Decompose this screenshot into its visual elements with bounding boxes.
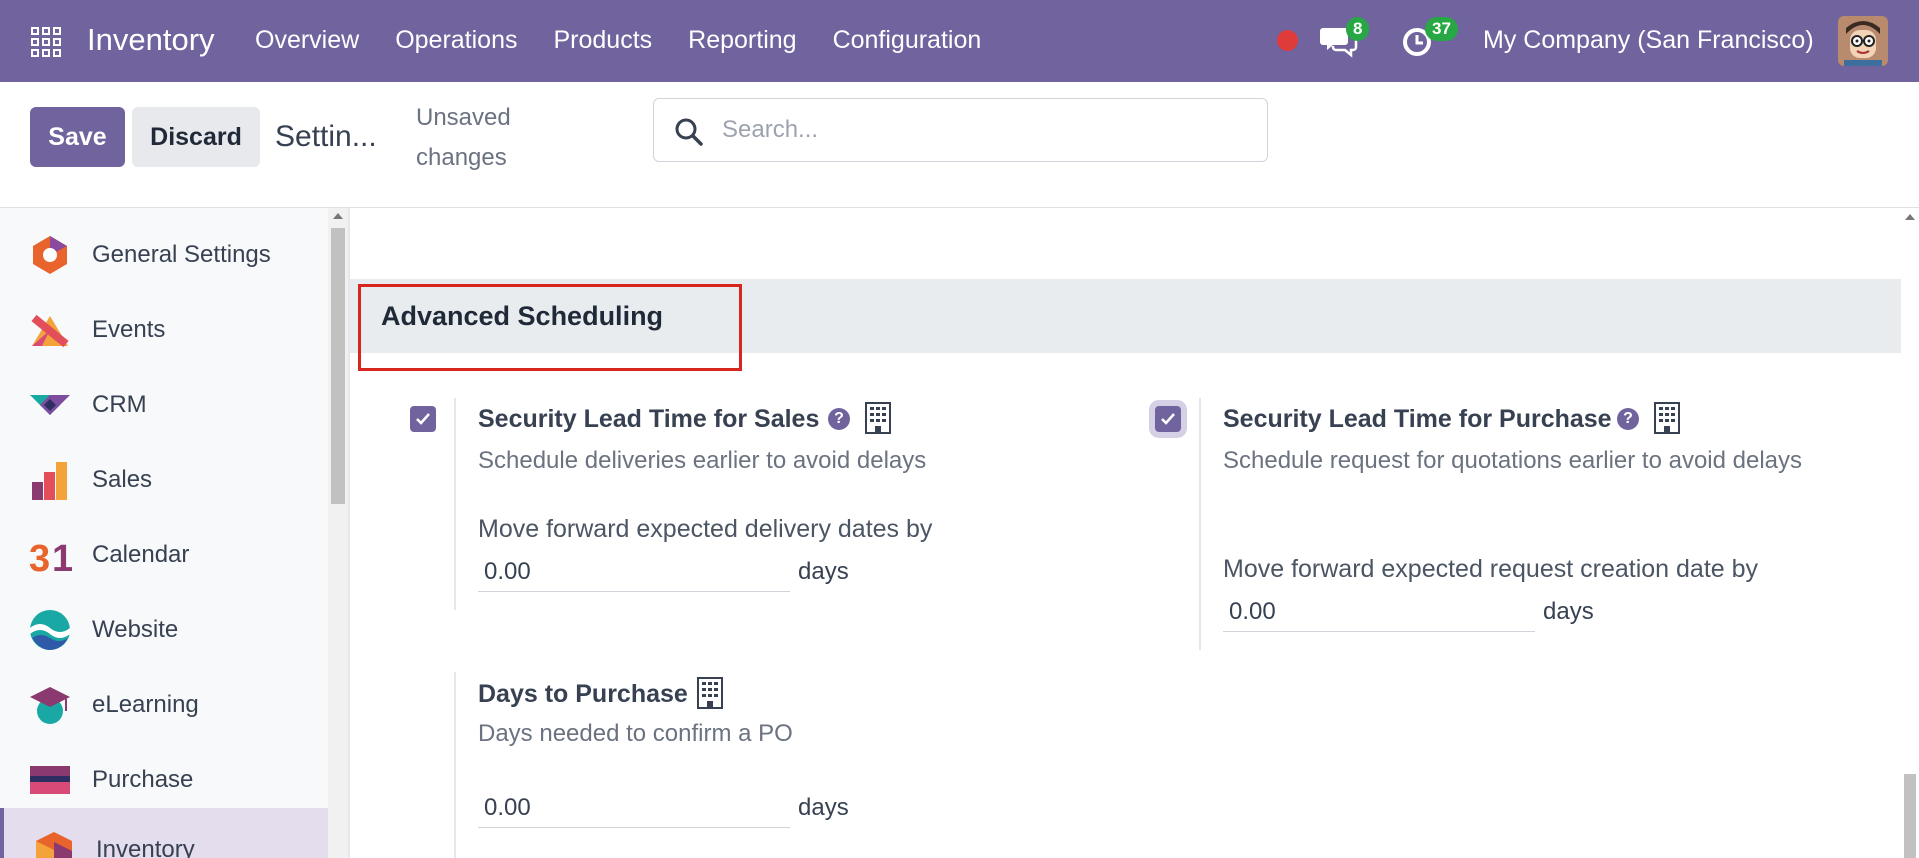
purchase-lead-time-description: Schedule request for quotations earlier … — [1223, 447, 1803, 474]
sidebar-item-label: eLearning — [92, 690, 199, 718]
svg-text:3: 3 — [29, 538, 50, 577]
sidebar-item-label: CRM — [92, 390, 147, 418]
app-name[interactable]: Inventory — [87, 22, 215, 58]
sidebar-item-purchase[interactable]: Purchase — [0, 742, 328, 817]
menu-operations[interactable]: Operations — [395, 26, 517, 55]
sales-lead-time-unit: days — [798, 558, 849, 585]
company-building-icon — [1654, 402, 1680, 434]
search-icon — [675, 118, 703, 146]
company-building-icon — [865, 402, 891, 434]
setting-divider — [1199, 398, 1201, 650]
sidebar-item-events[interactable]: Events — [0, 292, 328, 367]
menu-configuration[interactable]: Configuration — [833, 26, 982, 55]
purchase-lead-time-field-label: Move forward expected request creation d… — [1223, 555, 1759, 583]
menu-products[interactable]: Products — [553, 26, 652, 55]
company-switcher[interactable]: My Company (San Francisco) — [1483, 26, 1814, 55]
main-menu: Overview Operations Products Reporting C… — [255, 26, 1017, 55]
crm-icon — [30, 394, 70, 415]
sidebar-item-crm[interactable]: CRM — [0, 367, 328, 442]
unsaved-changes-indicator: Unsaved changes — [416, 104, 511, 171]
menu-overview[interactable]: Overview — [255, 26, 359, 55]
sidebar-item-label: Website — [92, 615, 179, 643]
apps-menu-icon[interactable] — [31, 27, 63, 57]
elearning-icon — [30, 686, 70, 724]
discard-button[interactable]: Discard — [132, 107, 260, 167]
sidebar-item-elearning[interactable]: eLearning — [0, 667, 328, 742]
menu-reporting[interactable]: Reporting — [688, 26, 796, 55]
top-navbar: Inventory Overview Operations Products R… — [0, 0, 1919, 82]
calendar-icon: 3 1 — [29, 538, 72, 577]
sidebar-item-calendar[interactable]: 3 1 Calendar — [0, 517, 328, 592]
sales-lead-time-description: Schedule deliveries earlier to avoid del… — [478, 447, 927, 474]
sidebar-item-label: Calendar — [92, 540, 190, 568]
sidebar-item-label: Sales — [92, 465, 153, 493]
company-building-icon — [697, 677, 723, 709]
scrollbar-thumb[interactable] — [331, 228, 345, 504]
sidebar-item-website[interactable]: Website — [0, 592, 328, 667]
sales-lead-time-field-label: Move forward expected delivery dates by — [478, 515, 933, 543]
purchase-lead-time-input[interactable] — [1223, 592, 1535, 632]
inventory-icon — [36, 832, 72, 858]
general-settings-icon — [33, 235, 67, 274]
sidebar-item-label: Purchase — [92, 765, 194, 793]
search-bar — [653, 98, 1268, 162]
days-to-purchase-input[interactable] — [478, 788, 790, 828]
search-input[interactable] — [722, 111, 1242, 149]
setting-divider — [454, 398, 456, 610]
days-to-purchase-unit: days — [798, 794, 849, 821]
help-icon[interactable]: ? — [1617, 408, 1639, 430]
scroll-up-arrow-icon[interactable] — [333, 213, 343, 219]
content-scrollbar[interactable] — [1901, 208, 1919, 858]
events-icon — [31, 314, 69, 347]
sidebar-item-label: General Settings — [92, 240, 271, 268]
days-to-purchase-description: Days needed to confirm a PO — [478, 720, 793, 747]
purchase-lead-time-title: Security Lead Time for Purchase — [1223, 405, 1612, 433]
activities-count-badge: 37 — [1425, 17, 1458, 41]
sidebar-item-sales[interactable]: Sales — [0, 442, 328, 517]
sales-lead-time-title: Security Lead Time for Sales — [478, 405, 820, 433]
setting-divider — [454, 672, 456, 858]
settings-content: Advanced Scheduling Security Lead Time f… — [350, 208, 1901, 858]
sales-lead-time-input[interactable] — [478, 552, 790, 592]
save-button[interactable]: Save — [30, 107, 125, 167]
highlight-annotation-box — [358, 284, 742, 371]
sidebar-item-inventory[interactable]: Inventory — [0, 808, 328, 858]
scroll-up-arrow-icon[interactable] — [1905, 214, 1915, 220]
messages-count-badge: 8 — [1346, 17, 1370, 41]
purchase-lead-time-checkbox[interactable] — [1155, 406, 1181, 432]
help-icon[interactable]: ? — [828, 408, 850, 430]
control-panel: Save Discard Settin... Unsaved changes — [0, 82, 1919, 208]
page-title: Settin... — [275, 120, 377, 153]
days-to-purchase-title: Days to Purchase — [478, 680, 688, 708]
scrollbar-thumb[interactable] — [1904, 774, 1916, 858]
settings-sidebar: General Settings Events CRM Sales 3 1 Ca… — [0, 208, 328, 858]
sales-icon — [32, 461, 67, 500]
website-icon — [30, 609, 70, 650]
checkmark-icon — [1161, 413, 1175, 425]
purchase-icon — [30, 765, 70, 794]
sidebar-item-label: Inventory — [96, 836, 195, 858]
checkmark-icon — [416, 413, 430, 425]
sidebar-scrollbar[interactable] — [328, 208, 348, 858]
user-avatar[interactable] — [1838, 16, 1888, 66]
recording-indicator-icon[interactable] — [1277, 30, 1298, 51]
sidebar-item-label: Events — [92, 315, 166, 343]
svg-text:1: 1 — [52, 538, 72, 577]
sales-lead-time-checkbox[interactable] — [410, 406, 436, 432]
sidebar-item-general-settings[interactable]: General Settings — [0, 217, 328, 292]
purchase-lead-time-unit: days — [1543, 598, 1594, 625]
